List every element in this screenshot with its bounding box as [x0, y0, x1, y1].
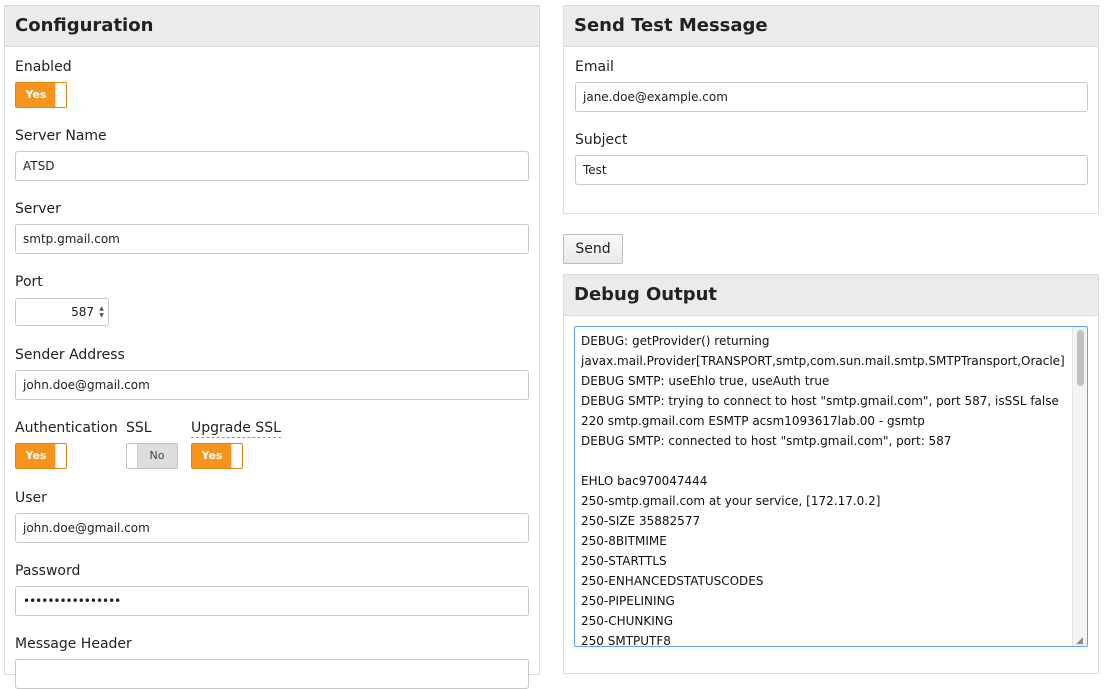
send-button[interactable]: Send	[563, 234, 623, 264]
port-label: Port	[15, 274, 43, 290]
server-input[interactable]: smtp.gmail.com	[15, 224, 529, 254]
message-header-label: Message Header	[15, 636, 132, 652]
debug-line: DEBUG SMTP: trying to connect to host "s…	[581, 394, 1059, 408]
user-label: User	[15, 490, 47, 506]
sender-address-input[interactable]: john.doe@gmail.com	[15, 370, 529, 400]
debug-line: DEBUG: getProvider() returning	[581, 334, 770, 348]
upgrade-ssl-label[interactable]: Upgrade SSL	[191, 420, 281, 438]
resize-handle-icon[interactable]: ◢	[1076, 635, 1086, 645]
enabled-toggle[interactable]: Yes	[15, 82, 67, 108]
debug-output-textarea[interactable]: DEBUG: getProvider() returning javax.mail…	[574, 326, 1088, 647]
ssl-label: SSL	[126, 420, 152, 436]
password-input[interactable]: ••••••••••••••••	[15, 586, 529, 616]
port-value: 587	[71, 305, 94, 319]
send-test-message-title: Send Test Message	[564, 6, 1098, 47]
spinner-arrows-icon[interactable]: ▲ ▼	[98, 305, 105, 319]
debug-line: javax.mail.Provider[TRANSPORT,smtp,com.s…	[581, 354, 1065, 368]
debug-line: 220 smtp.gmail.com ESMTP acsm1093617lab.…	[581, 414, 925, 428]
ssl-toggle-label: No	[149, 449, 165, 462]
debug-line: 250-PIPELINING	[581, 594, 675, 608]
authentication-toggle-label: Yes	[25, 449, 47, 462]
debug-line: 250 SMTPUTF8	[581, 634, 671, 647]
toggle-knob	[55, 83, 66, 107]
debug-line: DEBUG SMTP: useEhlo true, useAuth true	[581, 374, 830, 388]
debug-line: 250-ENHANCEDSTATUSCODES	[581, 574, 764, 588]
authentication-toggle[interactable]: Yes	[15, 443, 67, 469]
authentication-label: Authentication	[15, 420, 118, 436]
enabled-label: Enabled	[15, 59, 72, 75]
debug-line	[581, 451, 1071, 471]
server-name-input[interactable]: ATSD	[15, 151, 529, 181]
sender-address-label: Sender Address	[15, 347, 125, 363]
toggle-knob	[231, 444, 242, 468]
ssl-toggle[interactable]: No	[126, 443, 178, 469]
debug-line: DEBUG SMTP: connected to host "smtp.gmai…	[581, 434, 952, 448]
debug-line: 250-SIZE 35882577	[581, 514, 701, 528]
email-input[interactable]: jane.doe@example.com	[575, 82, 1088, 112]
enabled-toggle-label: Yes	[25, 88, 47, 101]
user-input[interactable]: john.doe@gmail.com	[15, 513, 529, 543]
debug-line: 250-smtp.gmail.com at your service, [172…	[581, 494, 881, 508]
configuration-title: Configuration	[5, 6, 539, 47]
debug-line: 250-CHUNKING	[581, 614, 674, 628]
debug-output-title: Debug Output	[564, 275, 1098, 316]
upgrade-ssl-toggle-label: Yes	[201, 449, 223, 462]
configuration-panel: Configuration	[4, 5, 540, 675]
debug-line: 250-STARTTLS	[581, 554, 667, 568]
port-input[interactable]: 587 ▲ ▼	[15, 298, 109, 326]
debug-line: EHLO bac970047444	[581, 474, 708, 488]
debug-line: 250-8BITMIME	[581, 534, 667, 548]
email-label: Email	[575, 59, 614, 75]
server-name-label: Server Name	[15, 128, 107, 144]
debug-scrollbar[interactable]	[1072, 327, 1087, 646]
password-label: Password	[15, 563, 81, 579]
scrollbar-thumb[interactable]	[1077, 330, 1084, 386]
toggle-knob	[55, 444, 66, 468]
upgrade-ssl-toggle[interactable]: Yes	[191, 443, 243, 469]
debug-output-lines: DEBUG: getProvider() returning javax.mail…	[581, 331, 1071, 647]
subject-input[interactable]: Test	[575, 155, 1088, 185]
subject-label: Subject	[575, 132, 628, 148]
server-label: Server	[15, 201, 61, 217]
